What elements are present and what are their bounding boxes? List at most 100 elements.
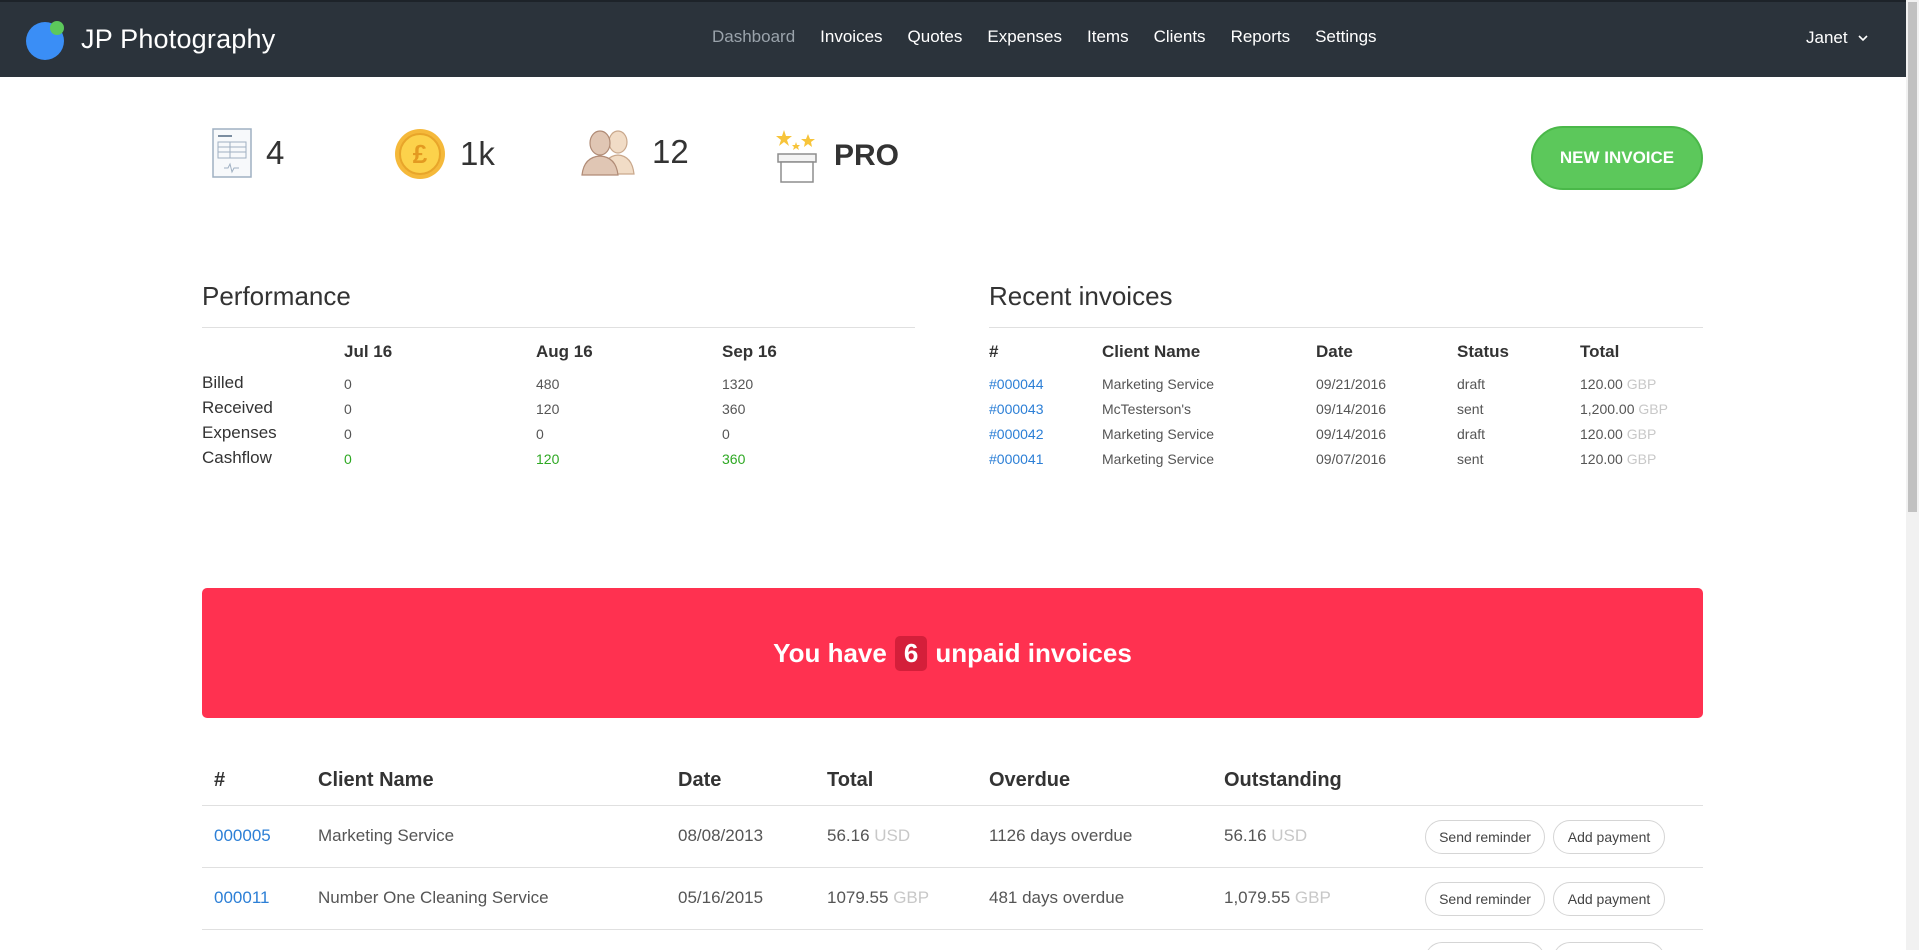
add-payment-button[interactable]: Add payment <box>1553 882 1665 916</box>
add-payment-button[interactable]: Add payment <box>1553 820 1665 854</box>
recent-invoice-number-link[interactable]: #000044 <box>989 376 1044 392</box>
performance-row-label: Billed <box>202 373 244 392</box>
brand-name: JP Photography <box>81 24 276 54</box>
unpaid-invoice-overdue: 1126 days overdue <box>989 826 1133 845</box>
unpaid-invoice-number-link[interactable]: 000005 <box>214 826 271 846</box>
recent-invoice-total: 1,200.00 GBP <box>1580 401 1668 417</box>
stat-revenue-value: 1k <box>460 135 495 172</box>
unpaid-header-divider <box>202 805 1703 806</box>
unpaid-invoice-client: Number One Cleaning Service <box>318 888 549 907</box>
unpaid-invoice-total: 1079.55 GBP <box>827 888 929 908</box>
unpaid-col-header: Outstanding <box>1224 769 1342 791</box>
recent-invoice-number-link[interactable]: #000042 <box>989 426 1044 442</box>
recent-invoice-status: sent <box>1457 451 1484 467</box>
performance-row-label: Received <box>202 398 273 417</box>
main-nav: Dashboard Invoices Quotes Expenses Items… <box>712 27 1402 47</box>
unpaid-invoice-total: 56.16 USD <box>827 826 910 846</box>
recent-col-header: Date <box>1316 342 1353 361</box>
stat-invoices-value: 4 <box>266 134 285 171</box>
nav-settings[interactable]: Settings <box>1315 27 1376 47</box>
banner-suffix: unpaid invoices <box>935 637 1132 668</box>
recent-col-header: Client Name <box>1102 342 1201 361</box>
unpaid-invoices-banner[interactable]: You have 6 unpaid invoices <box>202 588 1703 718</box>
unpaid-row-divider <box>202 867 1703 868</box>
page-scrollbar[interactable] <box>1906 0 1919 950</box>
nav-clients[interactable]: Clients <box>1154 27 1206 47</box>
scrollbar-thumb[interactable] <box>1908 2 1917 512</box>
unpaid-invoice-outstanding: 56.16 USD <box>1224 826 1307 846</box>
performance-value: 0 <box>536 426 544 442</box>
unpaid-total-currency: GBP <box>893 888 930 907</box>
unpaid-invoice-number-link[interactable]: 000011 <box>214 888 269 908</box>
recent-invoice-status: draft <box>1457 426 1486 442</box>
unpaid-invoice-client: Marketing Service <box>318 826 455 845</box>
unpaid-row-divider <box>202 929 1703 930</box>
nav-quotes[interactable]: Quotes <box>908 27 963 47</box>
recent-invoice-total-amount: 120.00 <box>1580 376 1623 392</box>
performance-cashflow-value: 120 <box>536 451 560 467</box>
unpaid-col-header: # <box>214 769 226 791</box>
performance-col-header: Jul 16 <box>344 342 393 361</box>
performance-col-header: Sep 16 <box>722 342 777 361</box>
nav-invoices[interactable]: Invoices <box>820 27 882 47</box>
nav-dashboard[interactable]: Dashboard <box>712 27 795 47</box>
unpaid-col-header: Date <box>678 769 722 791</box>
performance-value: 0 <box>722 426 730 442</box>
unpaid-outstanding-amount: 56.16 <box>1224 826 1267 845</box>
recent-invoice-total-currency: GBP <box>1626 376 1657 392</box>
performance-value: 0 <box>344 376 352 392</box>
svg-text:£: £ <box>413 139 428 169</box>
send-reminder-button[interactable]: Send reminder <box>1425 882 1545 916</box>
recent-invoice-total: 120.00 GBP <box>1580 451 1656 467</box>
recent-invoice-number-link[interactable]: #000043 <box>989 401 1044 417</box>
recent-invoices-divider <box>989 327 1703 328</box>
recent-invoice-client: McTesterson's <box>1102 401 1192 417</box>
recent-invoice-total-amount: 1,200.00 <box>1580 401 1635 417</box>
performance-col-header: Aug 16 <box>536 342 593 361</box>
chevron-down-icon <box>1858 35 1868 42</box>
unpaid-total-amount: 56.16 <box>827 826 870 845</box>
nav-expenses[interactable]: Expenses <box>987 27 1062 47</box>
recent-invoice-total-currency: GBP <box>1626 426 1657 442</box>
nav-items[interactable]: Items <box>1087 27 1129 47</box>
unpaid-invoice-date: 08/08/2013 <box>678 826 764 845</box>
invoice-document-icon <box>212 128 252 178</box>
gift-box-stars-icon <box>776 130 817 183</box>
unpaid-total-currency: USD <box>874 826 911 845</box>
unpaid-col-header: Client Name <box>318 769 434 791</box>
unpaid-col-header: Overdue <box>989 769 1071 791</box>
performance-value: 0 <box>344 426 352 442</box>
new-invoice-button[interactable]: NEW INVOICE <box>1531 126 1703 190</box>
user-menu[interactable]: Janet <box>1806 28 1869 48</box>
recent-invoice-date: 09/14/2016 <box>1316 401 1387 417</box>
banner-prefix: You have <box>773 637 887 668</box>
performance-value: 360 <box>722 401 746 417</box>
unpaid-invoice-outstanding: 1,079.55 GBP <box>1224 888 1331 908</box>
recent-invoice-date: 09/14/2016 <box>1316 426 1387 442</box>
stat-clients-value: 12 <box>652 133 689 170</box>
nav-reports[interactable]: Reports <box>1231 27 1291 47</box>
unpaid-total-amount: 1079.55 <box>827 888 889 907</box>
recent-invoice-total: 120.00 GBP <box>1580 426 1656 442</box>
performance-divider <box>202 327 915 328</box>
performance-row-label: Expenses <box>202 423 277 442</box>
pound-coin-icon: £ <box>395 129 445 179</box>
recent-col-header: Status <box>1457 342 1509 361</box>
recent-invoice-number-link[interactable]: #000041 <box>989 451 1044 467</box>
recent-invoice-total-currency: GBP <box>1638 401 1668 417</box>
add-payment-button-partial[interactable] <box>1553 942 1665 950</box>
recent-col-header: # <box>989 342 999 361</box>
brand-logo-icon <box>24 17 69 62</box>
recent-invoice-status: sent <box>1457 401 1484 417</box>
performance-value: 1320 <box>722 376 754 392</box>
performance-cashflow-value: 360 <box>722 451 746 467</box>
performance-title: Performance <box>202 281 351 311</box>
recent-invoice-total: 120.00 GBP <box>1580 376 1656 392</box>
send-reminder-button[interactable]: Send reminder <box>1425 820 1545 854</box>
brand[interactable]: JP Photography <box>24 17 275 62</box>
recent-invoice-client: Marketing Service <box>1102 376 1215 392</box>
performance-value: 0 <box>344 401 352 417</box>
send-reminder-button-partial[interactable] <box>1425 942 1545 950</box>
stat-plan: PRO <box>774 128 899 184</box>
unpaid-invoice-date: 05/16/2015 <box>678 888 764 907</box>
